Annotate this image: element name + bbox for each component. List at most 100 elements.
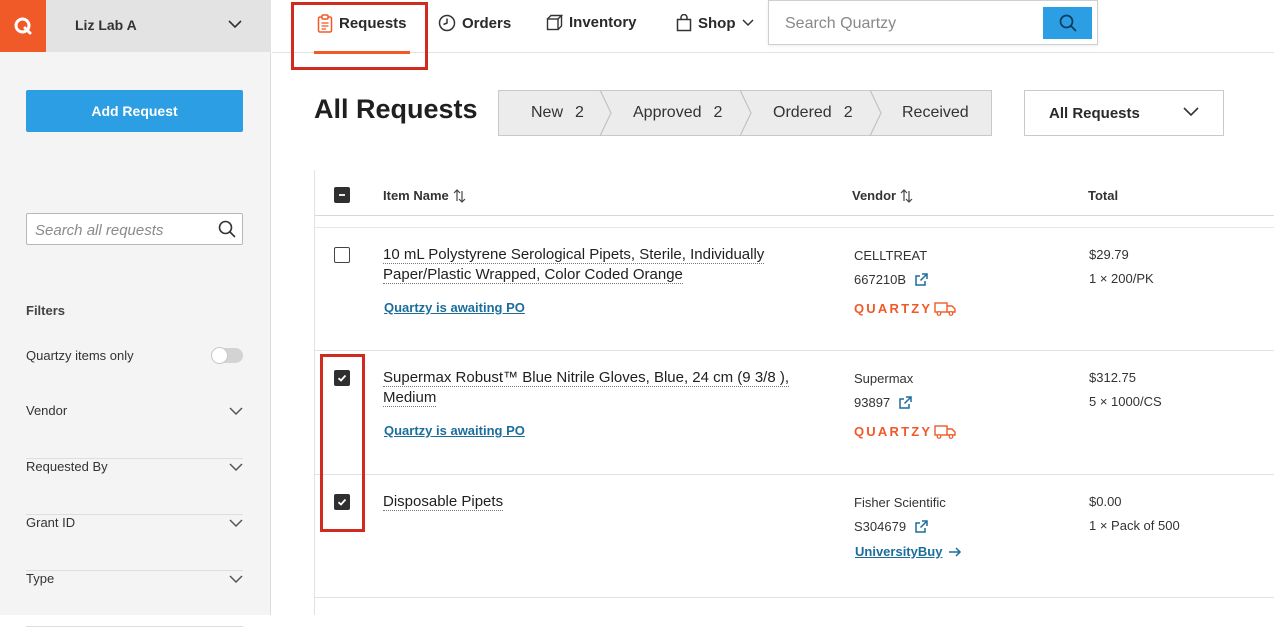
column-item-name[interactable]: Item Name: [383, 188, 466, 203]
step-separator: [599, 90, 612, 136]
search-icon[interactable]: [218, 220, 236, 238]
column-label: Item Name: [383, 188, 449, 203]
step-received[interactable]: Received: [902, 91, 969, 135]
checkmark-icon: [337, 498, 347, 506]
vendor-name: CELLTREAT: [854, 248, 928, 263]
step-count: 2: [713, 104, 723, 121]
row-total: $312.75: [1089, 370, 1136, 385]
quartzy-brand: QUARTZY: [854, 300, 956, 316]
row-divider: [315, 350, 1274, 351]
item-name-line: Supermax Robust™ Blue Nitrile Gloves, Bl…: [383, 369, 789, 387]
row-divider: [315, 474, 1274, 475]
search-requests-input[interactable]: [35, 220, 215, 240]
row-checkbox[interactable]: [334, 494, 350, 510]
catalog-number-text: 93897: [854, 395, 891, 410]
filter-vendor[interactable]: Vendor: [26, 403, 243, 459]
external-link-icon[interactable]: [914, 272, 929, 287]
quartzy-logo-icon: [14, 17, 32, 35]
row-divider: [315, 597, 1274, 598]
global-search-button[interactable]: [1043, 7, 1092, 39]
lab-selector[interactable]: Liz Lab A: [0, 0, 271, 52]
row-quantity: 5 × 1000/CS: [1089, 394, 1162, 409]
catalog-number-text: S304679: [854, 519, 907, 534]
catalog-number[interactable]: 667210B: [854, 272, 929, 287]
nav-inventory-label: Inventory: [569, 14, 637, 31]
box-icon: [546, 14, 563, 31]
chevron-down-icon: [741, 19, 754, 27]
quartzy-truck-icon: [934, 302, 956, 316]
nav-requests[interactable]: Requests: [317, 14, 407, 33]
filter-label: Requested By: [26, 459, 108, 474]
chevron-down-icon: [229, 463, 243, 472]
global-search[interactable]: [768, 0, 1098, 45]
page-title: All Requests: [314, 94, 478, 124]
step-count: 2: [575, 104, 584, 121]
universitybuy-link[interactable]: UniversityBuy: [855, 544, 962, 559]
step-count: 2: [843, 104, 853, 121]
status-link[interactable]: Quartzy is awaiting PO: [384, 300, 525, 315]
step-separator: [739, 90, 752, 136]
step-label: New: [531, 104, 564, 121]
column-vendor[interactable]: Vendor: [852, 188, 913, 203]
global-search-input[interactable]: [785, 13, 1035, 35]
clipboard-icon: [317, 14, 333, 33]
row-checkbox[interactable]: [334, 370, 350, 386]
row-checkbox[interactable]: [334, 247, 350, 263]
item-name-line: 10 mL Polystyrene Serological Pipets, St…: [383, 246, 765, 264]
arrow-right-icon: [949, 546, 962, 557]
filter-label: Vendor: [26, 403, 68, 418]
add-request-button[interactable]: Add Request: [26, 90, 243, 132]
filter-requested-by[interactable]: Requested By: [26, 459, 243, 515]
catalog-number[interactable]: S304679: [854, 519, 929, 534]
step-label: Ordered: [773, 104, 832, 121]
step-ordered[interactable]: Ordered 2: [773, 91, 853, 135]
item-name-link[interactable]: Supermax Robust™ Blue Nitrile Gloves, Bl…: [383, 368, 789, 408]
universitybuy-text: UniversityBuy: [855, 544, 943, 559]
row-total: $29.79: [1089, 247, 1129, 262]
filter-type[interactable]: Type: [26, 571, 243, 627]
nav-orders[interactable]: Orders: [438, 14, 511, 32]
item-name-line: Disposable Pipets: [383, 493, 504, 511]
chevron-down-icon[interactable]: [228, 20, 242, 29]
status-steps: New 2 Approved 2 Ordered 2 Received: [498, 90, 992, 136]
filter-grant-id[interactable]: Grant ID: [26, 515, 243, 571]
brand-text: QUARTZY: [854, 300, 933, 316]
brand-text: QUARTZY: [854, 423, 933, 439]
step-new[interactable]: New 2: [531, 91, 584, 135]
filter-label: Type: [26, 571, 55, 586]
clock-icon: [438, 14, 456, 32]
minus-icon: [339, 194, 345, 196]
step-approved[interactable]: Approved 2: [633, 91, 722, 135]
item-name-line: Paper/Plastic Wrapped, Color Coded Orang…: [383, 266, 683, 284]
item-name-line: Medium: [383, 389, 437, 407]
item-name-link[interactable]: Disposable Pipets: [383, 492, 504, 512]
requests-table: Item Name Vendor Total 10 mL Polystyrene…: [314, 170, 1274, 615]
checkmark-icon: [337, 374, 347, 382]
select-all-checkbox[interactable]: [334, 187, 350, 203]
step-separator: [869, 90, 882, 136]
nav-inventory[interactable]: Inventory: [546, 14, 637, 31]
chevron-down-icon: [229, 407, 243, 416]
column-total[interactable]: Total: [1088, 188, 1118, 203]
search-requests-box[interactable]: [26, 213, 243, 245]
external-link-icon[interactable]: [898, 395, 913, 410]
quartzy-brand: QUARTZY: [854, 423, 956, 439]
chevron-down-icon: [1183, 107, 1199, 117]
catalog-number[interactable]: 93897: [854, 395, 913, 410]
status-link[interactable]: Quartzy is awaiting PO: [384, 423, 525, 438]
header-divider: [315, 215, 1274, 216]
external-link-icon[interactable]: [914, 519, 929, 534]
search-icon: [1059, 14, 1076, 32]
shopping-bag-icon: [676, 14, 692, 32]
filters-heading: Filters: [26, 303, 66, 318]
step-label: Received: [902, 104, 969, 121]
request-filter-dropdown[interactable]: All Requests: [1024, 90, 1224, 136]
active-tab-indicator: [314, 51, 410, 54]
sort-icon: [900, 188, 913, 203]
row-total: $0.00: [1089, 494, 1122, 509]
quartzy-only-toggle[interactable]: [211, 347, 243, 364]
nav-shop[interactable]: Shop: [676, 14, 754, 32]
quartzy-logo[interactable]: [0, 0, 46, 52]
nav-shop-label: Shop: [698, 14, 736, 32]
item-name-link[interactable]: 10 mL Polystyrene Serological Pipets, St…: [383, 245, 765, 285]
